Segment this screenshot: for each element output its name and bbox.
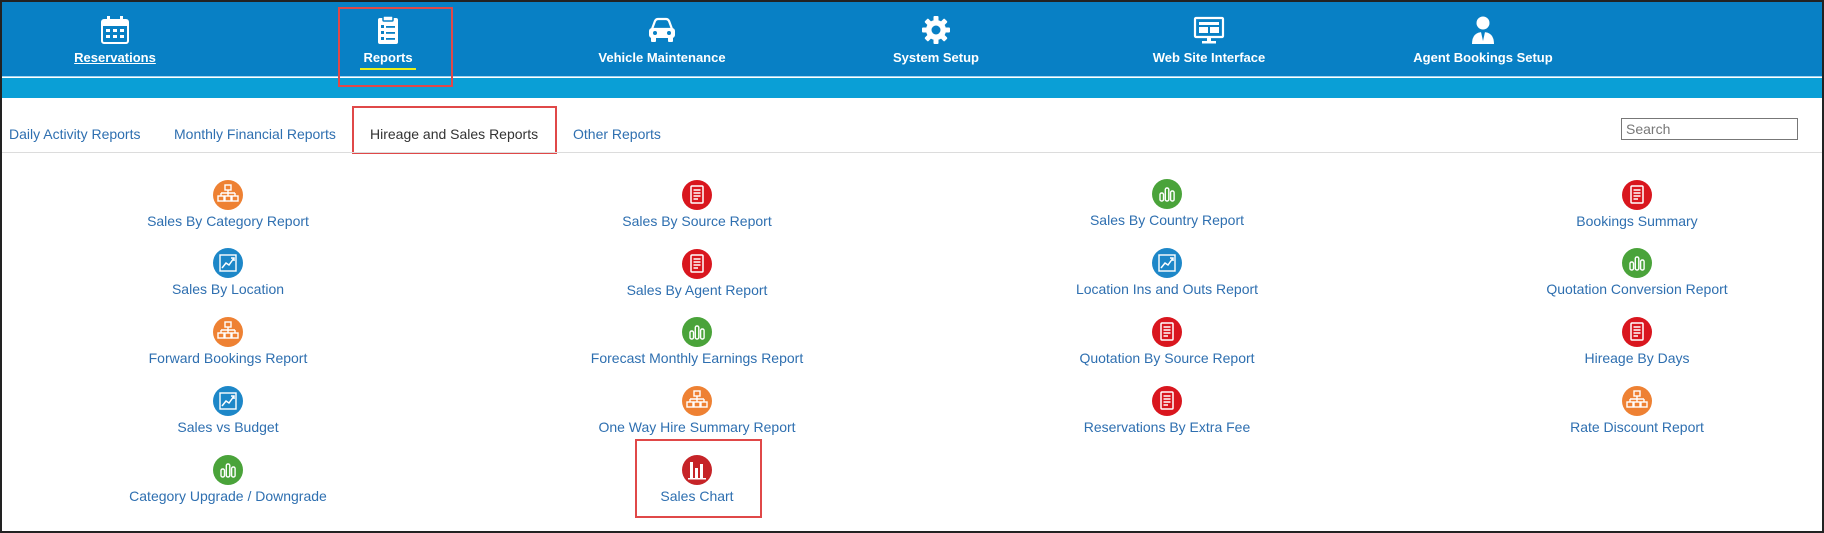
report-label: Bookings Summary xyxy=(1576,213,1698,229)
top-navigation: Reservations Reports Vehicle Maintenance xyxy=(2,2,1822,77)
report-forward-bookings[interactable]: Forward Bookings Report xyxy=(78,317,378,366)
document-icon xyxy=(1152,317,1182,347)
report-label: Sales By Source Report xyxy=(622,213,772,229)
report-sales-by-location[interactable]: Sales By Location xyxy=(78,248,378,297)
document-icon xyxy=(1622,180,1652,210)
hierarchy-icon xyxy=(682,386,712,416)
report-label: Sales By Location xyxy=(171,281,285,297)
report-label: Sales Chart xyxy=(660,488,734,504)
report-sales-by-agent[interactable]: Sales By Agent Report xyxy=(547,249,847,298)
report-sales-by-category[interactable]: Sales By Category Report xyxy=(78,180,378,229)
report-category-upgrade-downgrade[interactable]: Category Upgrade / Downgrade xyxy=(78,455,378,504)
nav-reservations[interactable]: Reservations xyxy=(0,2,245,77)
report-label: Category Upgrade / Downgrade xyxy=(129,488,327,504)
report-label: Rate Discount Report xyxy=(1570,419,1704,435)
nav-reports-label: Reports xyxy=(363,50,413,65)
report-label: Sales vs Budget xyxy=(177,419,279,435)
hierarchy-icon xyxy=(213,180,243,210)
report-label: Forward Bookings Report xyxy=(148,350,308,366)
report-location-ins-and-outs[interactable]: Location Ins and Outs Report xyxy=(1017,248,1317,297)
report-rate-discount[interactable]: Rate Discount Report xyxy=(1487,386,1787,435)
hierarchy-icon xyxy=(1622,386,1652,416)
trend-chart-icon xyxy=(1152,248,1182,278)
nav-vehicle-maintenance[interactable]: Vehicle Maintenance xyxy=(532,2,792,77)
nav-agent-bookings-setup[interactable]: Agent Bookings Setup xyxy=(1353,2,1613,77)
sales-chart-icon xyxy=(682,455,712,485)
report-sales-chart[interactable]: Sales Chart xyxy=(547,455,847,504)
report-label: One Way Hire Summary Report xyxy=(598,419,796,435)
report-label: Quotation By Source Report xyxy=(1079,350,1255,366)
nav-system-setup[interactable]: System Setup xyxy=(806,2,1066,77)
tab-underline xyxy=(2,152,1822,153)
nav-system-setup-label: System Setup xyxy=(893,50,979,65)
nav-web-site-interface-label: Web Site Interface xyxy=(1152,50,1266,65)
report-quotation-conversion[interactable]: Quotation Conversion Report xyxy=(1487,248,1787,297)
monitor-icon xyxy=(1193,16,1225,44)
trend-chart-icon xyxy=(213,248,243,278)
search-input[interactable] xyxy=(1621,118,1798,140)
report-label: Location Ins and Outs Report xyxy=(1075,281,1259,297)
tab-hireage-and-sales-reports[interactable]: Hireage and Sales Reports xyxy=(370,126,538,142)
report-label: Sales By Country Report xyxy=(1089,212,1245,228)
report-label: Forecast Monthly Earnings Report xyxy=(590,350,804,366)
sub-navigation-bar xyxy=(2,78,1822,98)
nav-reservations-label: Reservations xyxy=(74,50,156,65)
report-label: Sales By Category Report xyxy=(147,213,309,229)
car-icon xyxy=(649,17,675,42)
tab-daily-activity-reports[interactable]: Daily Activity Reports xyxy=(9,126,140,142)
document-icon xyxy=(1622,317,1652,347)
nav-web-site-interface[interactable]: Web Site Interface xyxy=(1079,2,1339,77)
active-indicator xyxy=(360,68,416,70)
report-label: Sales By Agent Report xyxy=(626,282,768,298)
bar-chart-icon xyxy=(682,317,712,347)
bar-chart-icon xyxy=(213,455,243,485)
document-icon xyxy=(682,249,712,279)
bar-chart-icon xyxy=(1622,248,1652,278)
report-reservations-by-extra-fee[interactable]: Reservations By Extra Fee xyxy=(1017,386,1317,435)
document-icon xyxy=(682,180,712,210)
hierarchy-icon xyxy=(213,317,243,347)
report-label: Hireage By Days xyxy=(1584,350,1690,366)
report-sales-by-country[interactable]: Sales By Country Report xyxy=(1017,179,1317,228)
report-sales-vs-budget[interactable]: Sales vs Budget xyxy=(78,386,378,435)
report-sales-by-source[interactable]: Sales By Source Report xyxy=(547,180,847,229)
nav-agent-bookings-setup-label: Agent Bookings Setup xyxy=(1413,50,1553,65)
nav-divider xyxy=(2,76,1822,77)
agent-icon xyxy=(1472,16,1494,44)
tab-monthly-financial-reports[interactable]: Monthly Financial Reports xyxy=(174,126,336,142)
calendar-icon xyxy=(101,16,129,44)
report-one-way-hire-summary[interactable]: One Way Hire Summary Report xyxy=(547,386,847,435)
report-hireage-by-days[interactable]: Hireage By Days xyxy=(1487,317,1787,366)
report-bookings-summary[interactable]: Bookings Summary xyxy=(1487,180,1787,229)
bar-chart-icon xyxy=(1152,179,1182,209)
nav-vehicle-maintenance-label: Vehicle Maintenance xyxy=(598,50,726,65)
nav-reports[interactable]: Reports xyxy=(258,2,518,77)
report-label: Quotation Conversion Report xyxy=(1546,281,1728,297)
document-icon xyxy=(1152,386,1182,416)
report-forecast-monthly-earnings[interactable]: Forecast Monthly Earnings Report xyxy=(547,317,847,366)
tab-other-reports[interactable]: Other Reports xyxy=(573,126,661,142)
report-quotation-by-source[interactable]: Quotation By Source Report xyxy=(1017,317,1317,366)
gear-icon xyxy=(922,16,950,44)
trend-chart-icon xyxy=(213,386,243,416)
report-label: Reservations By Extra Fee xyxy=(1083,419,1251,435)
clipboard-list-icon xyxy=(378,15,398,44)
